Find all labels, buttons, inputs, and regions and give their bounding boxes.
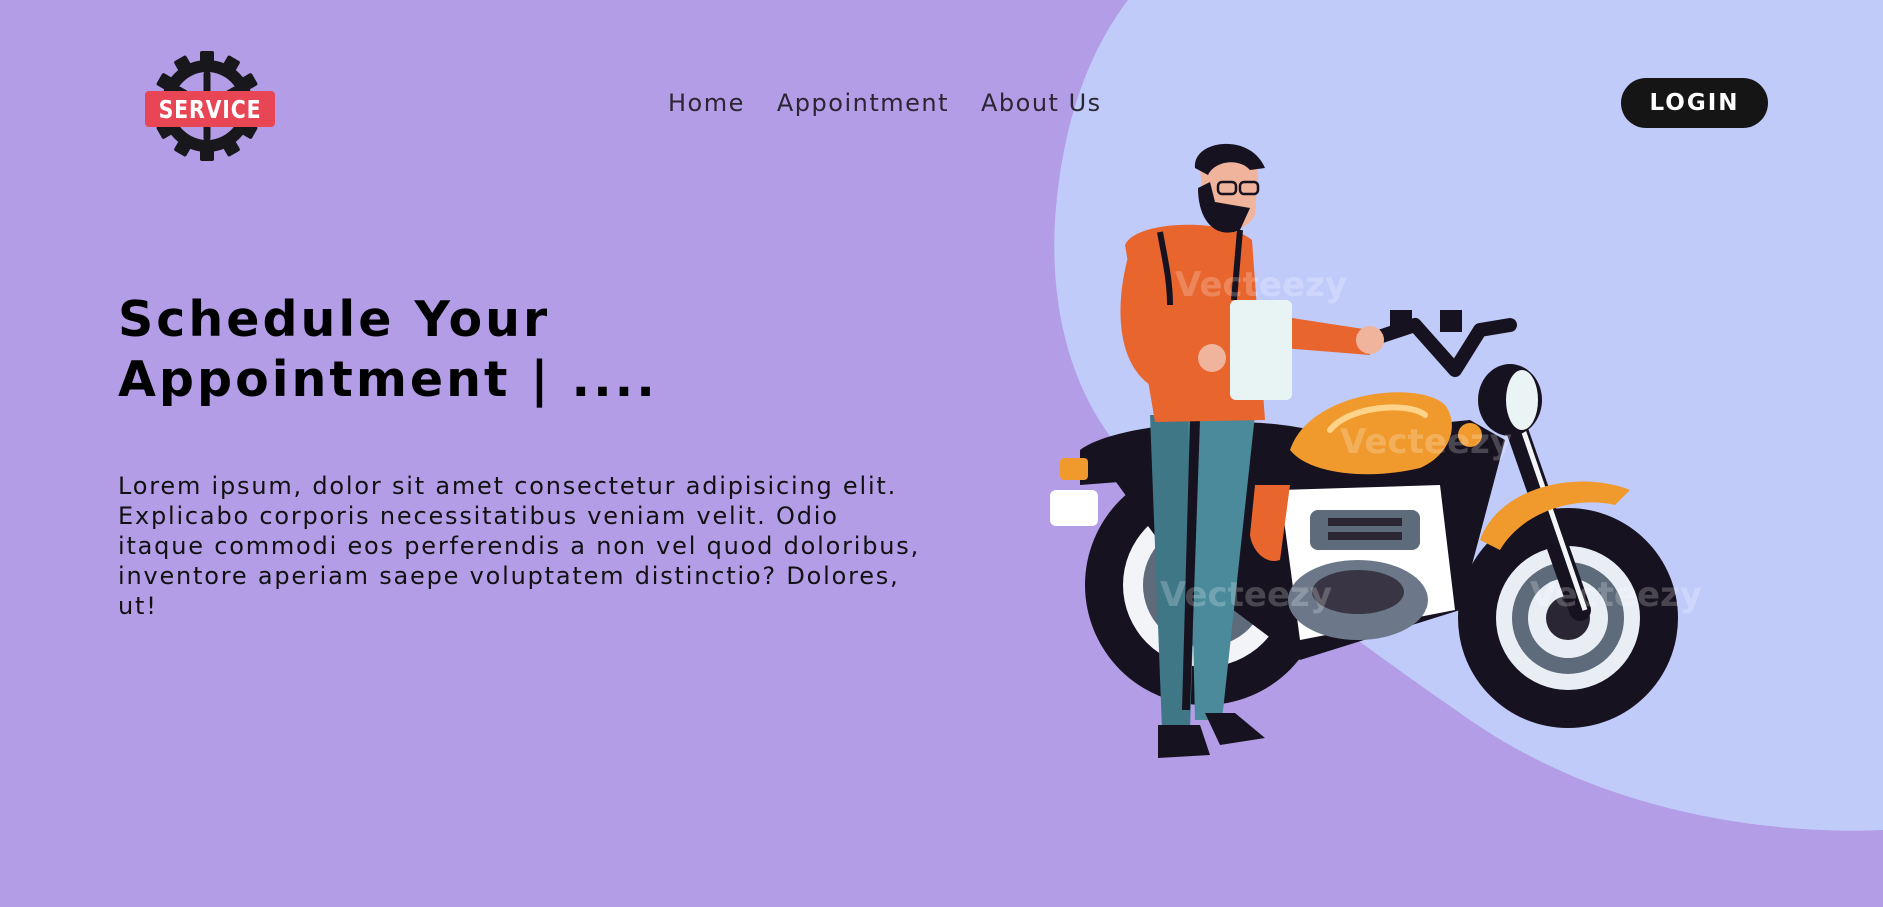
logo-text: SERVICE	[158, 94, 262, 124]
motorcycle-illustration-svg	[1050, 143, 1678, 758]
login-button[interactable]: LOGIN	[1621, 78, 1768, 128]
service-logo[interactable]: SERVICE	[140, 50, 280, 162]
hero-title: Schedule Your Appointment | ....	[118, 290, 758, 410]
nav-about-us[interactable]: About Us	[981, 86, 1102, 120]
hero-title-line-2: Appointment | ....	[118, 351, 658, 408]
main-nav: Home Appointment About Us	[668, 86, 1102, 120]
hero-description: Lorem ipsum, dolor sit amet consectetur …	[118, 472, 921, 620]
nav-appointment[interactable]: Appointment	[777, 86, 949, 120]
nav-home[interactable]: Home	[668, 86, 745, 120]
mechanic-motorcycle-illustration	[1040, 140, 1740, 780]
hero-title-line-1: Schedule Your	[118, 291, 551, 348]
